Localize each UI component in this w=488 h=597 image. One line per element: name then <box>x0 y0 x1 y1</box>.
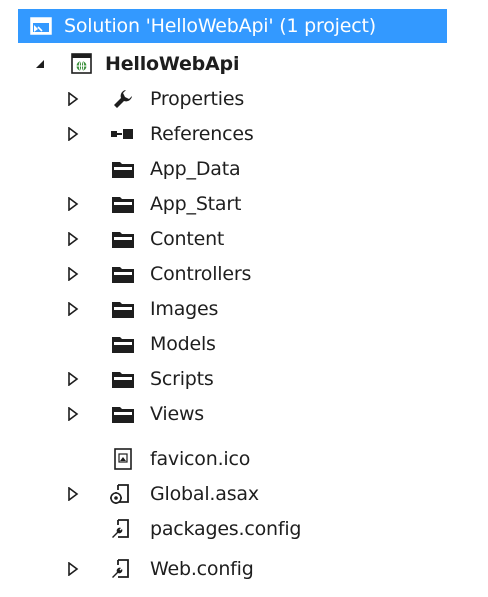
tree-item-label: App_Data <box>150 158 241 180</box>
expand-arrow-icon[interactable] <box>66 372 80 386</box>
tree-item-label: packages.config <box>150 518 302 540</box>
solution-explorer-tree: Solution 'HelloWebApi' (1 project) Hello… <box>0 0 488 597</box>
expand-arrow-icon[interactable] <box>66 267 80 281</box>
tree-item-label: Scripts <box>150 368 214 390</box>
tree-item-app-data[interactable]: App_Data <box>0 152 488 186</box>
expand-arrow-icon[interactable] <box>66 487 80 501</box>
tree-item-project[interactable]: HelloWebApi <box>0 47 488 81</box>
wrench-icon <box>108 86 138 112</box>
expand-arrow-icon[interactable] <box>66 407 80 421</box>
expand-arrow-icon[interactable] <box>66 302 80 316</box>
global-asax-icon <box>106 481 136 507</box>
tree-item-label: HelloWebApi <box>105 53 240 75</box>
references-icon <box>108 121 138 147</box>
folder-icon <box>108 401 138 427</box>
config-file-icon <box>106 556 136 582</box>
expand-arrow-icon[interactable] <box>66 197 80 211</box>
tree-item-label: App_Start <box>150 193 242 215</box>
tree-item-label: References <box>150 123 254 145</box>
tree-item-label: Images <box>150 298 219 320</box>
tree-item-global-asax[interactable]: Global.asax <box>0 477 488 511</box>
tree-item-favicon[interactable]: favicon.ico <box>0 442 488 476</box>
tree-item-content[interactable]: Content <box>0 222 488 256</box>
tree-item-app-start[interactable]: App_Start <box>0 187 488 221</box>
tree-item-references[interactable]: References <box>0 117 488 151</box>
tree-item-images[interactable]: Images <box>0 292 488 326</box>
tree-item-scripts[interactable]: Scripts <box>0 362 488 396</box>
tree-item-web-config[interactable]: Web.config <box>0 552 488 586</box>
solution-icon <box>26 13 56 39</box>
tree-item-label: favicon.ico <box>150 448 251 470</box>
folder-icon <box>108 331 138 357</box>
tree-item-label: Controllers <box>150 263 252 285</box>
folder-icon <box>108 191 138 217</box>
tree-item-packages-config[interactable]: packages.config <box>0 512 488 546</box>
tree-item-controllers[interactable]: Controllers <box>0 257 488 291</box>
expand-arrow-icon[interactable] <box>66 92 80 106</box>
expand-arrow-icon[interactable] <box>66 127 80 141</box>
tree-item-label: Content <box>150 228 225 250</box>
tree-item-label: Views <box>150 403 204 425</box>
folder-icon <box>108 366 138 392</box>
tree-item-label: Web.config <box>150 558 254 580</box>
tree-item-models[interactable]: Models <box>0 327 488 361</box>
folder-icon <box>108 296 138 322</box>
tree-item-label: Models <box>150 333 216 355</box>
folder-icon <box>108 156 138 182</box>
expand-arrow-icon[interactable] <box>66 562 80 576</box>
tree-item-label: Properties <box>150 88 245 110</box>
collapse-arrow-icon[interactable] <box>33 57 47 71</box>
folder-icon <box>108 226 138 252</box>
config-file-icon <box>106 516 136 542</box>
tree-item-views[interactable]: Views <box>0 397 488 431</box>
tree-item-solution[interactable]: Solution 'HelloWebApi' (1 project) <box>18 9 447 43</box>
web-project-icon <box>67 51 97 77</box>
folder-icon <box>108 261 138 287</box>
tree-item-properties[interactable]: Properties <box>0 82 488 116</box>
image-file-icon <box>108 446 138 472</box>
tree-item-label: Global.asax <box>150 483 259 505</box>
expand-arrow-icon[interactable] <box>66 232 80 246</box>
tree-item-label: Solution 'HelloWebApi' (1 project) <box>64 15 376 37</box>
